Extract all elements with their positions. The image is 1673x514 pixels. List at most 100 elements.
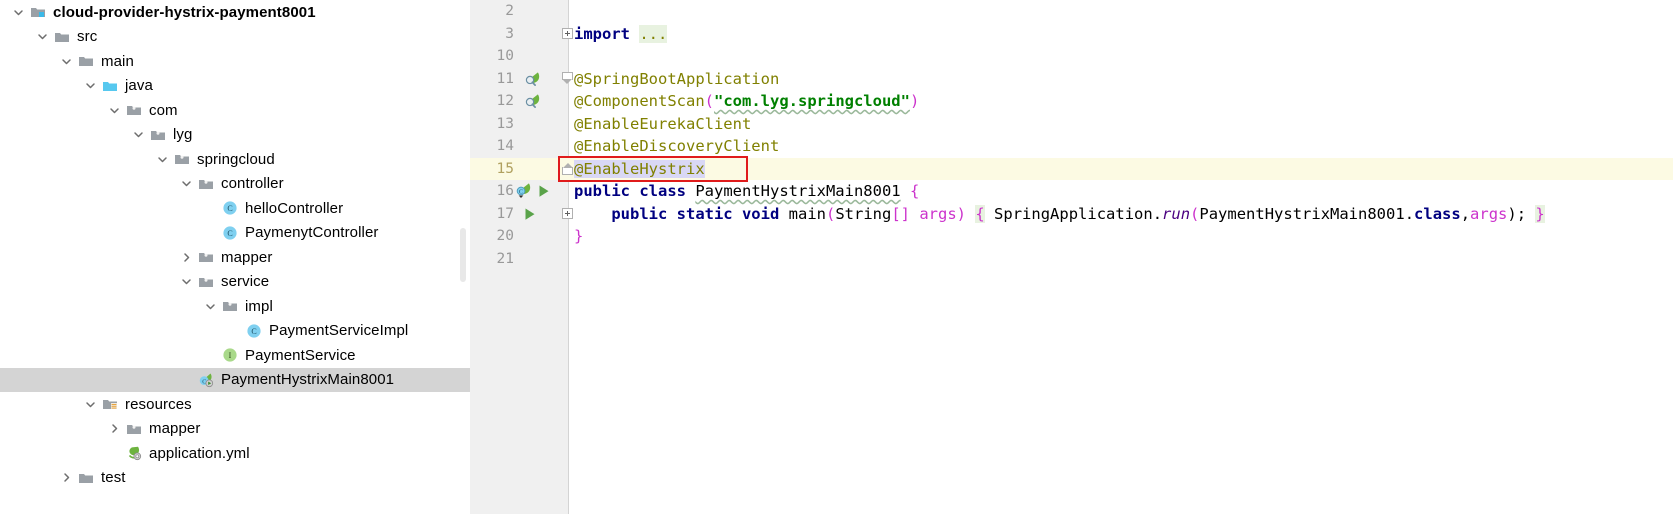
code-editor-panel[interactable]: 2 3 import ... 10 11 @SpringBootApplication 12… [470,0,1673,514]
project-tree-panel[interactable]: cloud-provider-hystrix-payment8001 src mai… [0,0,470,514]
line-number: 16 [496,183,514,199]
package-icon [196,176,216,192]
line-number: 17 [496,205,514,222]
tree-item-springcloud[interactable]: springcloud [0,147,470,172]
tree-item-label: lyg [173,126,193,144]
chevron-down-icon[interactable] [104,105,124,116]
tree-item-mapper[interactable]: mapper [0,245,470,270]
tree-item-label: impl [245,297,273,315]
code-line-11[interactable]: 11 @SpringBootApplication [470,68,1673,91]
code-line-12[interactable]: 12 @ComponentScan("com.lyg.springcloud") [470,90,1673,113]
svg-text:C: C [519,190,523,196]
folder-icon [52,29,72,45]
tree-item-label: resources [125,395,192,413]
java-class-icon: C [244,323,264,339]
chevron-down-icon[interactable] [8,7,28,18]
java-interface-icon: I [220,347,240,363]
tree-item-paymenthystrixmain8001[interactable]: C PaymentHystrixMain8001 [0,367,470,392]
package-icon [220,298,240,314]
tree-item-mapper[interactable]: mapper [0,417,470,442]
fold-expand-icon[interactable] [562,27,573,39]
tree-item-label: PaymentService [245,346,356,364]
code-line-15[interactable]: 15 @EnableHystrix [470,155,1673,182]
code-text: public class PaymentHystrixMain8001 { [574,182,920,200]
ide-window: cloud-provider-hystrix-payment8001 src mai… [0,0,1673,514]
svg-text:I: I [229,351,232,360]
chevron-down-icon[interactable] [32,31,52,42]
code-text: @SpringBootApplication [574,69,780,88]
tree-item-label: main [101,52,134,70]
line-number: 15 [496,160,514,177]
tree-item-java[interactable]: java [0,74,470,99]
code-line-10[interactable]: 10 [470,45,1673,68]
java-class-icon: C [220,225,240,241]
code-line-14[interactable]: 14 @EnableDiscoveryClient [470,135,1673,158]
code-lines[interactable]: 2 3 import ... 10 11 @SpringBootApplication 12… [470,0,1673,270]
code-line-21[interactable]: 21 [470,248,1673,271]
chevron-down-icon[interactable] [176,178,196,189]
line-number: 2 [505,3,514,19]
spring-bean-icon[interactable] [523,92,540,116]
tree-item-impl[interactable]: impl [0,294,470,319]
code-line-2[interactable]: 2 [470,0,1673,23]
package-icon [196,274,216,290]
tree-item-paymenytcontroller[interactable]: C PaymenytController [0,221,470,246]
tree-item-cloud-provider-hystrix-payment8001[interactable]: cloud-provider-hystrix-payment8001 [0,0,470,25]
line-number: 3 [505,25,514,42]
chevron-right-icon[interactable] [56,472,76,483]
folder-icon [76,53,96,69]
run-icon[interactable] [522,206,538,229]
tree-item-label: service [221,273,270,291]
tree-item-application-yml[interactable]: application.yml [0,441,470,466]
package-icon [124,102,144,118]
svg-text:C: C [227,204,232,213]
code-text: } [574,227,584,245]
tree-item-controller[interactable]: controller [0,172,470,197]
chevron-right-icon[interactable] [104,423,124,434]
tree-item-label: java [125,77,153,95]
code-text: import ... [574,24,668,43]
fold-expand-icon[interactable] [562,207,573,219]
module-icon [28,4,48,20]
tree-item-label: cloud-provider-hystrix-payment8001 [53,3,316,21]
package-icon [124,421,144,437]
tree-item-paymentservice[interactable]: I PaymentService [0,343,470,368]
chevron-down-icon[interactable] [200,301,220,312]
chevron-down-icon[interactable] [80,80,100,91]
tree-item-com[interactable]: com [0,98,470,123]
chevron-down-icon[interactable] [80,399,100,410]
tree-item-paymentserviceimpl[interactable]: C PaymentServiceImpl [0,319,470,344]
chevron-down-icon[interactable] [56,56,76,67]
tree-item-service[interactable]: service [0,270,470,295]
tree-item-resources[interactable]: resources [0,392,470,417]
chevron-right-icon[interactable] [176,252,196,263]
code-line-20[interactable]: 20} [470,225,1673,248]
line-number: 12 [496,93,514,109]
tree-item-hellocontroller[interactable]: ChelloController [0,196,470,221]
svg-text:C: C [227,229,232,238]
svg-text:C: C [202,379,206,385]
chevron-down-icon[interactable] [128,129,148,140]
package-icon [172,151,192,167]
tree-item-label: application.yml [149,444,250,462]
code-line-13[interactable]: 13 @EnableEurekaClient [470,113,1673,136]
chevron-down-icon[interactable] [176,276,196,287]
chevron-down-icon[interactable] [152,154,172,165]
fold-collapse-icon[interactable] [562,71,573,84]
tree-item-src[interactable]: src [0,25,470,50]
folder-icon [76,470,96,486]
tree-item-main[interactable]: main [0,49,470,74]
tree-vertical-scrollbar[interactable] [460,228,466,282]
tree-item-label: mapper [221,248,273,266]
tree-item-label: PaymentHystrixMain8001 [221,371,395,389]
tree-item-test[interactable]: test [0,466,470,491]
spring-run-icon[interactable]: C [514,181,531,205]
tree-item-lyg[interactable]: lyg [0,123,470,148]
code-line-16[interactable]: 16 Cpublic class PaymentHystrixMain8001 { [470,180,1673,203]
line-number: 21 [496,250,514,267]
annotation-highlight-box [558,155,748,182]
run-icon[interactable] [536,183,552,206]
code-line-3[interactable]: 3 import ... [470,23,1673,46]
spring-bean-icon[interactable] [523,70,540,94]
code-line-17[interactable]: 17 public static void main(String[] args… [470,203,1673,226]
